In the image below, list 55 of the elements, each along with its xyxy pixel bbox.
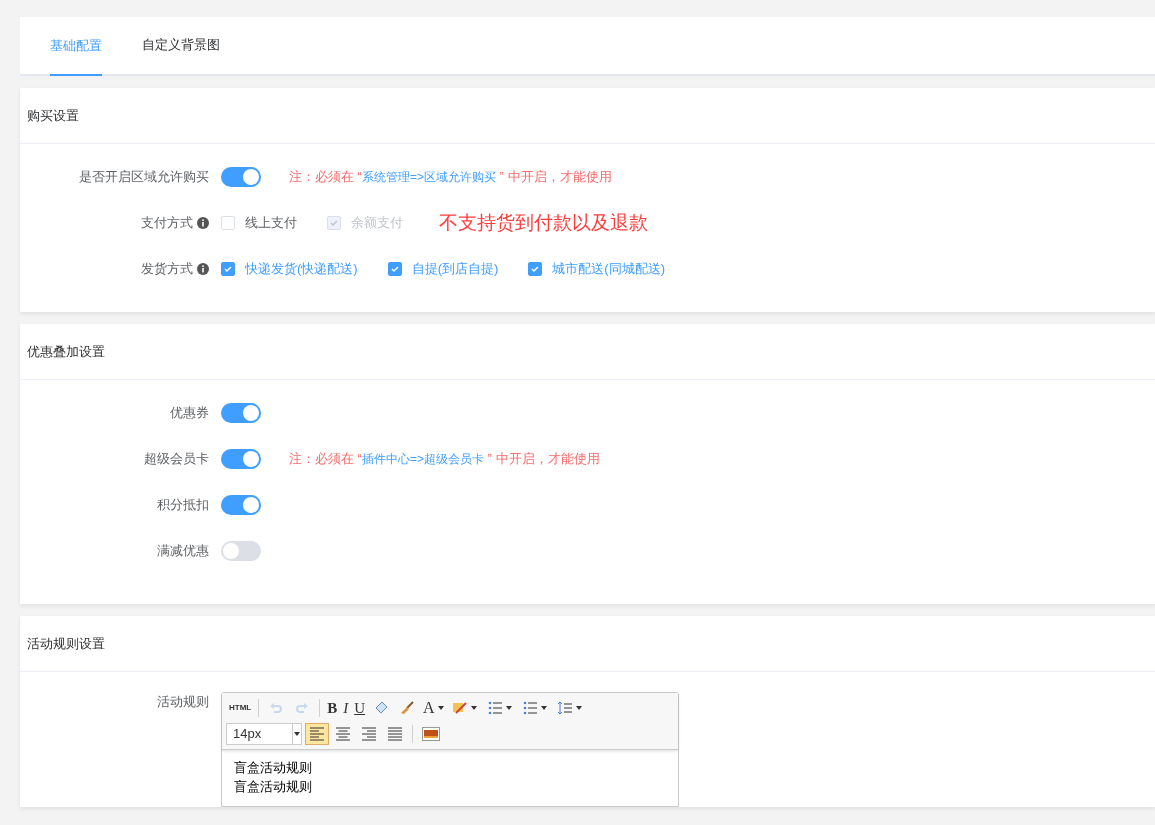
brush-icon[interactable]: [399, 700, 416, 716]
editor-text: 盲盒活动规则: [234, 759, 313, 777]
toggle-switch[interactable]: [221, 495, 261, 515]
checkbox[interactable]: [528, 262, 543, 276]
checkbox-label[interactable]: 线上支付: [245, 213, 297, 233]
toggle-switch[interactable]: [221, 449, 261, 469]
note-text: 注：必须在 “系统管理=>区域允许购买 ” 中开启，才能使用: [289, 168, 612, 187]
underline-button[interactable]: U: [354, 700, 366, 716]
italic-button[interactable]: I: [343, 700, 349, 716]
checkbox[interactable]: [221, 262, 235, 276]
card-title: 优惠叠加设置: [27, 342, 105, 361]
check-icon: [530, 264, 541, 274]
field-label: 优惠券: [170, 404, 209, 423]
check-icon: [389, 264, 400, 274]
bold-button[interactable]: B: [327, 700, 338, 716]
tab[interactable]: 自定义背景图: [142, 16, 220, 74]
check-icon: [223, 264, 233, 274]
highlight-icon[interactable]: [451, 700, 468, 716]
field-label: 发货方式: [141, 260, 193, 279]
note-text: 注：必须在 “插件中心=>超级会员卡 ” 中开启，才能使用: [289, 450, 600, 469]
toggle-switch[interactable]: [221, 541, 261, 561]
warning-text: 不支持货到付款以及退款: [439, 210, 648, 235]
justify-icon: [387, 726, 403, 742]
align-left-icon: [309, 726, 325, 742]
info-icon[interactable]: [197, 217, 209, 229]
rich-text-editor[interactable]: HTML B I U A 14px 盲盒活动规则 盲盒活动规则: [221, 692, 679, 807]
check-icon: [329, 218, 339, 228]
font-color-button[interactable]: A: [423, 700, 435, 716]
field-label: 是否开启区域允许购买: [79, 168, 209, 187]
caret-icon[interactable]: [470, 706, 477, 710]
field-label: 支付方式: [141, 214, 193, 233]
font-size-select[interactable]: 14px: [226, 723, 302, 745]
checkbox[interactable]: [387, 262, 402, 276]
image-icon[interactable]: [422, 727, 440, 741]
caret-icon[interactable]: [540, 706, 547, 710]
toggle-switch[interactable]: [221, 167, 261, 187]
caret-icon[interactable]: [437, 706, 444, 710]
editor-text: 盲盒活动规则: [234, 778, 313, 796]
eraser-icon[interactable]: [373, 700, 390, 716]
caret-icon[interactable]: [505, 706, 512, 710]
field-label: 超级会员卡: [144, 450, 209, 469]
info-icon[interactable]: [197, 263, 209, 275]
caret-icon[interactable]: [294, 732, 300, 736]
caret-icon[interactable]: [575, 706, 582, 710]
line-spacing-icon[interactable]: [556, 700, 573, 716]
bullet-list-icon[interactable]: [521, 700, 538, 716]
align-right-icon: [361, 726, 377, 742]
field-label: 活动规则: [157, 693, 209, 711]
field-label: 满减优惠: [157, 542, 209, 561]
card-title: 购买设置: [27, 106, 79, 125]
toggle-switch[interactable]: [221, 403, 261, 423]
align-center-icon: [335, 726, 351, 742]
card-title: 活动规则设置: [27, 634, 105, 653]
html-button[interactable]: HTML: [229, 704, 252, 712]
field-label: 积分抵扣: [157, 496, 209, 515]
